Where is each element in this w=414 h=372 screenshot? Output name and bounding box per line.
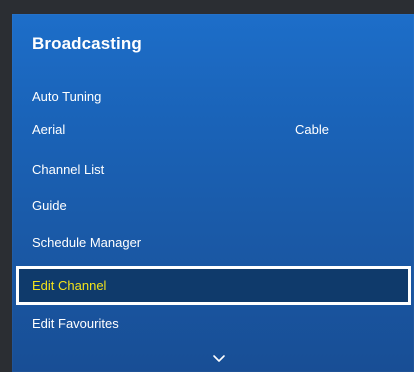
menu-item-guide[interactable]: Guide <box>12 188 414 224</box>
menu-item-edit-channel[interactable]: Edit Channel <box>19 269 408 302</box>
menu-item-label: Channel List <box>32 162 105 177</box>
chevron-down-icon[interactable] <box>212 354 226 364</box>
broadcasting-menu-panel: Broadcasting Auto Tuning Aerial Cable Ch… <box>12 14 414 372</box>
menu-item-label: Edit Channel <box>32 278 107 293</box>
menu-item-label: Aerial <box>32 122 66 137</box>
menu-item-label: Guide <box>32 198 67 213</box>
menu-item-aerial[interactable]: Aerial Cable <box>12 112 414 148</box>
menu-title: Broadcasting <box>32 34 142 53</box>
menu-item-label: Edit Favourites <box>32 316 119 331</box>
menu-item-edit-favourites[interactable]: Edit Favourites <box>12 306 414 342</box>
menu-item-label: Schedule Manager <box>32 235 142 250</box>
menu-item-schedule-manager[interactable]: Schedule Manager <box>12 225 414 261</box>
menu-item-auto-tuning[interactable]: Auto Tuning <box>12 79 414 115</box>
menu-item-value: Cable <box>295 122 329 137</box>
menu-item-channel-list[interactable]: Channel List <box>12 152 414 188</box>
tv-screen: Broadcasting Auto Tuning Aerial Cable Ch… <box>0 0 414 372</box>
menu-item-label: Auto Tuning <box>32 89 102 104</box>
